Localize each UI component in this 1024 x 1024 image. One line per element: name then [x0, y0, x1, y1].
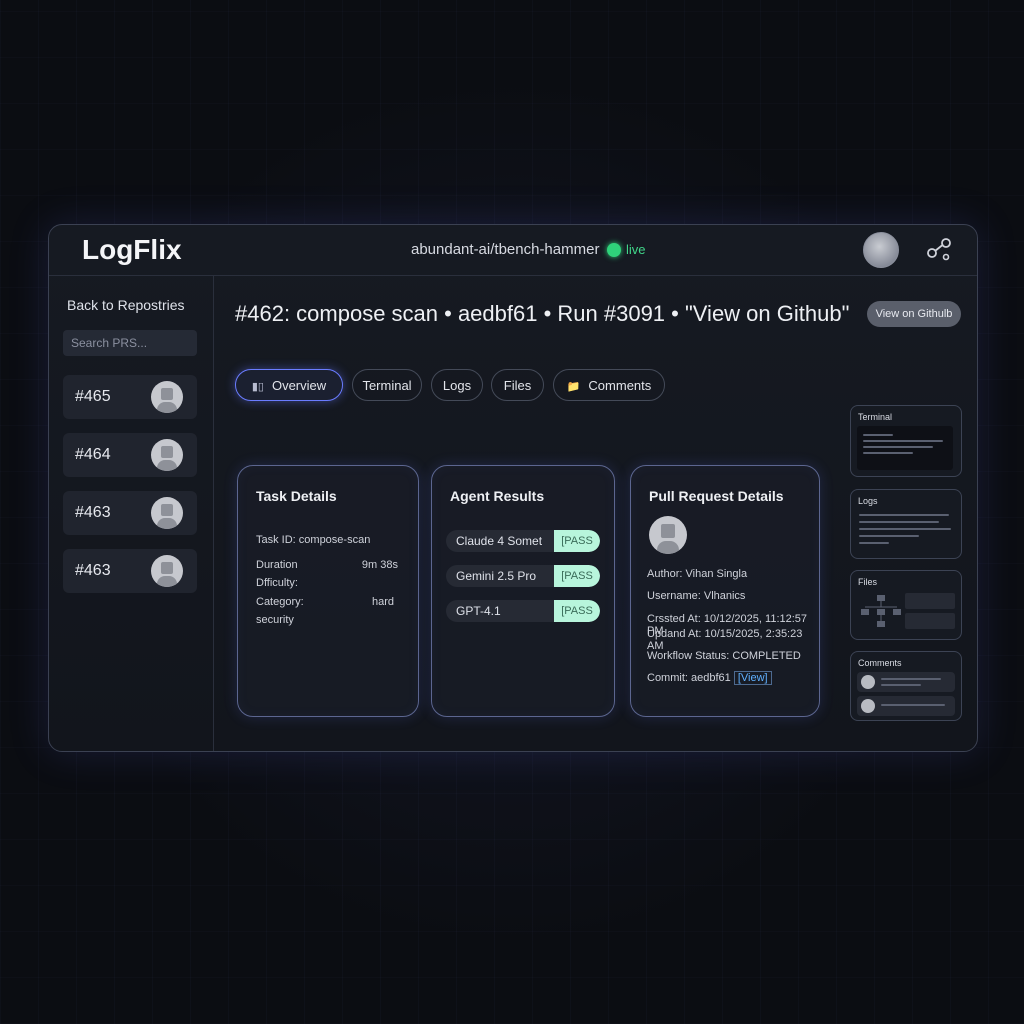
agent-result-row: GPT-4.1 [PASS	[446, 600, 600, 622]
duration-label: Duration	[256, 559, 298, 571]
terminal-preview	[857, 426, 953, 470]
files-preview-panel[interactable]: Files	[850, 570, 962, 640]
share-icon[interactable]	[925, 236, 953, 264]
agent-name: Gemini 2.5 Pro	[456, 569, 537, 583]
tab-files[interactable]: Files	[491, 369, 544, 401]
tab-overview[interactable]: ▮▯ Overview	[235, 369, 343, 401]
agent-result-row: Claude 4 Somet [PASS	[446, 530, 600, 552]
avatar	[151, 381, 183, 413]
comment-entry	[857, 696, 955, 716]
tab-label: Overview	[271, 378, 327, 393]
live-indicator-icon	[607, 243, 621, 257]
status-badge: [PASS	[554, 600, 600, 622]
panel-title: Terminal	[858, 412, 893, 422]
agent-name: Claude 4 Somet	[456, 534, 543, 548]
text-line	[859, 514, 949, 516]
status-badge: [PASS	[554, 530, 600, 552]
avatar	[151, 439, 183, 471]
panel-title: Comments	[858, 658, 902, 668]
folder-icon: 📁	[566, 381, 581, 393]
agent-results-card: Agent Results Claude 4 Somet [PASS Gemin…	[431, 465, 615, 717]
author: Author: Vihan Singla	[647, 568, 748, 580]
back-to-repositories-link[interactable]: Back to Repostries	[67, 297, 185, 313]
comments-preview-panel[interactable]: Comments	[850, 651, 962, 721]
category-extra: security	[256, 614, 294, 626]
tab-label: Logs	[442, 378, 472, 393]
commit-hash: Commit: aedbf61	[647, 672, 731, 684]
avatar	[649, 516, 687, 554]
pr-number: #464	[75, 446, 111, 463]
user-avatar[interactable]	[863, 232, 899, 268]
pr-list-item[interactable]: #465	[63, 375, 197, 419]
panel-title: Files	[858, 577, 878, 587]
text-line	[859, 521, 939, 523]
text-line	[863, 434, 893, 436]
app-logo[interactable]: LogFlix	[82, 234, 182, 266]
pr-number: #463	[75, 504, 111, 521]
updated-at: Updand At: 10/15/2025, 2:35:23 AM	[647, 628, 803, 652]
card-title: Pull Request Details	[649, 488, 784, 504]
pr-list-item[interactable]: #463	[63, 549, 197, 593]
repo-name: abundant-ai/tbench-hammer	[411, 241, 600, 258]
panel-title: Logs	[858, 496, 878, 506]
sidebar: Back to Repostries #465 #464 #463 #463	[49, 275, 214, 751]
avatar	[151, 555, 183, 587]
text-line	[859, 528, 951, 530]
text-line	[863, 446, 933, 448]
duration-value: 9m 38s	[361, 559, 398, 571]
tab-comments[interactable]: 📁 Comments	[553, 369, 665, 401]
top-bar: LogFlix abundant-ai/tbench-hammer live	[49, 225, 977, 276]
text-line	[863, 452, 913, 454]
text-line	[881, 684, 921, 686]
category-label: Category:	[256, 596, 304, 608]
status-badge: [PASS	[554, 565, 600, 587]
view-on-github-button[interactable]: View on Githulb	[867, 301, 961, 327]
pr-number: #465	[75, 388, 111, 405]
task-id: Task ID: compose-scan	[256, 534, 371, 546]
task-details-card: Task Details Task ID: compose-scan Durat…	[237, 465, 419, 717]
username: Username: Vlhanics	[647, 590, 746, 602]
chart-icon: ▮▯	[251, 381, 264, 393]
logs-preview-panel[interactable]: Logs	[850, 489, 962, 559]
file-entry	[905, 613, 955, 629]
agent-result-row: Gemini 2.5 Pro [PASS	[446, 565, 600, 587]
tab-label: Terminal	[362, 378, 412, 393]
agent-name: GPT-4.1	[456, 604, 501, 618]
page-title: #462: compose scan • aedbf61 • Run #3091…	[235, 301, 850, 326]
search-prs-input[interactable]	[63, 330, 197, 356]
file-tree-icon	[861, 595, 901, 627]
text-line	[881, 678, 941, 680]
file-entry	[905, 593, 955, 609]
terminal-preview-panel[interactable]: Terminal	[850, 405, 962, 477]
avatar	[861, 699, 875, 713]
workflow-status: Workflow Status: COMPLETED	[647, 650, 801, 662]
pull-request-details-card: Pull Request Details Author: Vihan Singl…	[630, 465, 820, 717]
category-value: hard	[371, 596, 394, 608]
text-line	[859, 535, 919, 537]
tab-logs[interactable]: Logs	[431, 369, 483, 401]
tab-terminal[interactable]: Terminal	[352, 369, 422, 401]
tab-label: Comments	[588, 378, 652, 393]
commit-view-link[interactable]: [View]	[733, 671, 772, 685]
pr-list-item[interactable]: #464	[63, 433, 197, 477]
text-line	[881, 704, 945, 706]
pr-number: #463	[75, 562, 111, 579]
difficulty-label: Dfficulty:	[256, 577, 298, 589]
comment-entry	[857, 672, 955, 692]
avatar	[861, 675, 875, 689]
card-title: Task Details	[256, 488, 337, 504]
avatar	[151, 497, 183, 529]
live-label: live	[626, 242, 646, 257]
tab-label: Files	[503, 378, 532, 393]
pr-list-item[interactable]: #463	[63, 491, 197, 535]
app-window: LogFlix abundant-ai/tbench-hammer live B…	[48, 224, 978, 752]
text-line	[859, 542, 889, 544]
text-line	[863, 440, 943, 442]
commit-row: Commit: aedbf61 [View]	[647, 671, 772, 685]
card-title: Agent Results	[450, 488, 545, 504]
